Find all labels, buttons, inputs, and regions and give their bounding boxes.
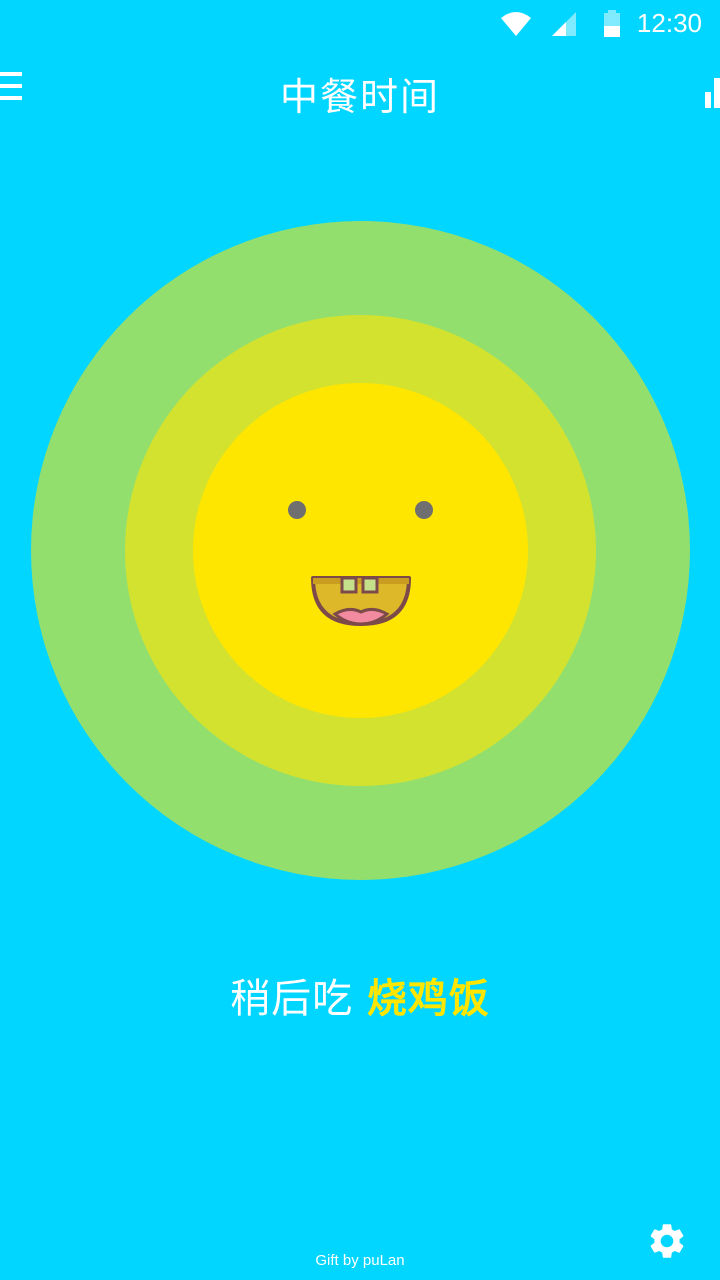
bar-chart-icon[interactable] bbox=[702, 72, 720, 108]
app-bar: 中餐时间 bbox=[0, 48, 720, 132]
meal-suggestion: 稍后吃 烧鸡饭 bbox=[0, 966, 720, 1024]
dish-name: 烧鸡饭 bbox=[366, 976, 490, 1022]
status-bar: 12:30 bbox=[0, 0, 720, 48]
credit-text: Gift by puLan bbox=[315, 1252, 405, 1269]
smiling-mouth-icon bbox=[311, 576, 411, 626]
page-title: 中餐时间 bbox=[279, 75, 440, 119]
battery-icon bbox=[604, 10, 620, 37]
cell-signal-icon bbox=[552, 12, 576, 36]
right-eye bbox=[415, 501, 433, 519]
clock: 12:30 bbox=[636, 8, 702, 38]
meal-picker-dial[interactable] bbox=[31, 221, 690, 880]
smiley-face[interactable] bbox=[193, 383, 528, 718]
left-eye bbox=[288, 501, 306, 519]
wifi-icon bbox=[501, 12, 531, 36]
suggestion-prefix: 稍后吃 bbox=[230, 976, 354, 1022]
